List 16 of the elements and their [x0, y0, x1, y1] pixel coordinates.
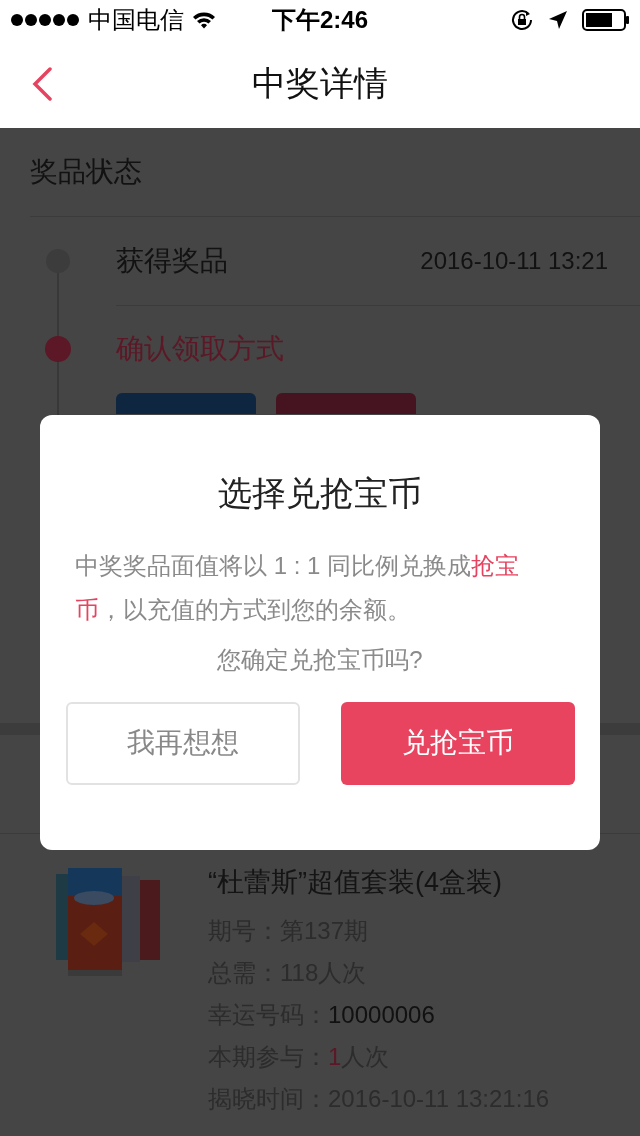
- claim-option-button[interactable]: [116, 393, 256, 414]
- clock-time: 下午2:46: [272, 5, 369, 35]
- wifi-icon: [192, 11, 216, 29]
- battery-icon: [582, 9, 630, 31]
- confirm-button[interactable]: 兑抢宝币: [340, 701, 575, 785]
- dialog-question: 您确定兑抢宝币吗?: [216, 644, 424, 675]
- rotation-lock-icon: [510, 8, 534, 32]
- carrier-name: 中国电信: [88, 5, 184, 35]
- signal-icon: [10, 13, 80, 27]
- dialog-title: 选择兑抢宝币: [218, 473, 422, 514]
- location-arrow-icon: [548, 10, 568, 30]
- cancel-button[interactable]: 我再想想: [65, 701, 300, 785]
- back-icon: [31, 67, 53, 101]
- dialog-message: 中奖奖品面值将以 1 : 1 同比例兑换成抢宝币，以充值的方式到您的余额。: [75, 550, 521, 625]
- page-title: 中奖详情: [252, 63, 388, 104]
- claim-option-button[interactable]: [276, 393, 416, 414]
